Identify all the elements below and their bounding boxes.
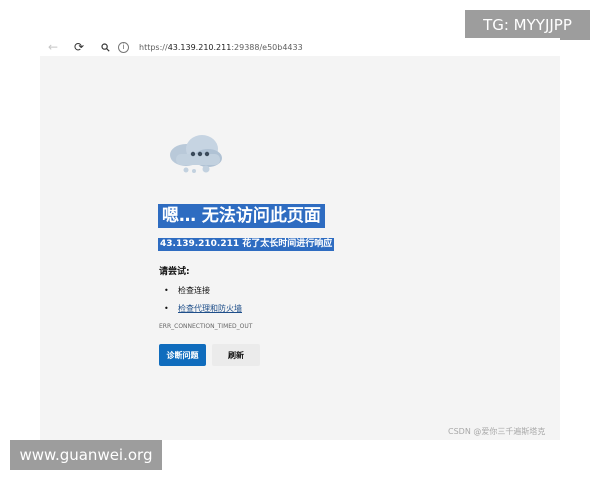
suggestion-check-connection: 检查连接 — [178, 286, 210, 295]
error-subtitle: 43.139.210.211 花了太长时间进行响应 — [158, 238, 335, 251]
suggestion-proxy-firewall-link[interactable]: 检查代理和防火墙 — [178, 300, 242, 318]
search-icon — [100, 42, 110, 52]
error-title: 嗯… 无法访问此页面 — [158, 204, 325, 228]
watermark-csdn: CSDN @爱你三千遍斯塔克 — [448, 427, 546, 436]
suggestion-list: • 检查连接 • 检查代理和防火墙 — [164, 282, 242, 318]
address-bar[interactable]: i https://43.139.210.211:29388/e50b4433 — [118, 40, 303, 54]
diagnose-button[interactable]: 诊断问题 — [159, 344, 206, 366]
list-item: • 检查连接 — [164, 282, 242, 300]
back-button[interactable]: ← — [40, 38, 66, 56]
url-prefix: https:// — [139, 42, 168, 52]
cloud-error-icon — [170, 135, 222, 173]
url-host: 43.139.210.211 — [167, 42, 232, 52]
refresh-button[interactable]: 刷新 — [212, 344, 260, 366]
try-label: 请尝试: — [159, 267, 190, 277]
bullet-icon: • — [164, 286, 169, 295]
bullet-icon: • — [164, 304, 169, 313]
browser-toolbar: ← ⟳ i https://43.139.210.211:29388/e50b4… — [40, 38, 560, 56]
watermark-bottom-left: www.guanwei.org — [10, 440, 162, 470]
browser-window: ← ⟳ i https://43.139.210.211:29388/e50b4… — [40, 38, 560, 440]
search-button[interactable] — [92, 38, 118, 56]
reload-icon: ⟳ — [73, 40, 85, 54]
arrow-left-icon: ← — [47, 40, 59, 54]
list-item: • 检查代理和防火墙 — [164, 300, 242, 318]
url-rest: :29388/e50b4433 — [231, 42, 303, 52]
reload-button[interactable]: ⟳ — [66, 38, 92, 56]
error-code: ERR_CONNECTION_TIMED_OUT — [159, 323, 253, 330]
info-icon[interactable]: i — [118, 41, 129, 53]
watermark-top-right: TG: MYYJJPP — [465, 10, 590, 40]
